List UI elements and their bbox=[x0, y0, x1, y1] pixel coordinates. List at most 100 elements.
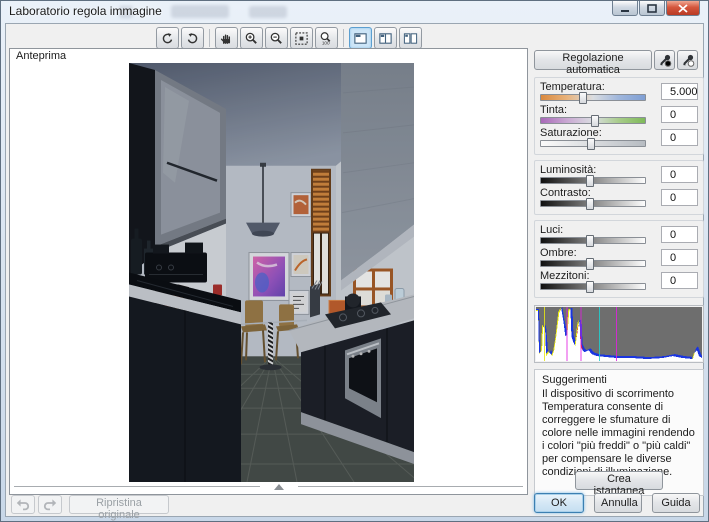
ok-button[interactable]: OK bbox=[534, 493, 584, 513]
brightness-slider[interactable] bbox=[540, 177, 646, 184]
saturation-slider[interactable] bbox=[540, 140, 646, 147]
slider-handle[interactable] bbox=[579, 92, 587, 104]
dialog-client-area: 100 Anteprim bbox=[5, 23, 704, 517]
aero-smudge bbox=[171, 5, 229, 18]
histogram-plot bbox=[536, 307, 702, 361]
toolbar: 100 bbox=[156, 26, 424, 50]
maximize-button[interactable] bbox=[639, 1, 665, 16]
slider-handle[interactable] bbox=[587, 138, 595, 150]
rotate-right-icon bbox=[185, 31, 200, 46]
slider-row-saturazione: Saturazione: bbox=[540, 127, 698, 150]
divider-line bbox=[298, 486, 523, 487]
rotate-left-icon bbox=[160, 31, 175, 46]
slider-row-contrasto: Contrasto: bbox=[540, 187, 698, 210]
tint-value-input[interactable] bbox=[661, 106, 698, 123]
dialog-window: Laboratorio regola immagine bbox=[0, 0, 709, 522]
redo-button[interactable] bbox=[38, 495, 62, 514]
cancel-button[interactable]: Annulla bbox=[594, 493, 642, 513]
undo-icon bbox=[16, 498, 30, 511]
temperature-value-input[interactable] bbox=[661, 83, 698, 100]
zoom-in-icon bbox=[244, 31, 259, 46]
adjustment-panel: Regolazione automatica bbox=[534, 48, 704, 496]
preview-collapse-handle[interactable] bbox=[14, 482, 523, 491]
rotate-left-button[interactable] bbox=[156, 27, 179, 49]
close-icon bbox=[678, 4, 688, 13]
single-pane-icon bbox=[353, 31, 368, 46]
black-point-eyedropper-button[interactable] bbox=[654, 50, 675, 70]
slider-row-tinta: Tinta: bbox=[540, 104, 698, 127]
eyedropper-dark-icon bbox=[658, 53, 672, 67]
contrast-slider[interactable] bbox=[540, 200, 646, 207]
preview-image bbox=[129, 63, 414, 482]
shadows-slider[interactable] bbox=[540, 260, 646, 267]
maximize-icon bbox=[647, 4, 657, 13]
title-bar[interactable]: Laboratorio regola immagine bbox=[1, 1, 708, 22]
highlights-slider[interactable] bbox=[540, 237, 646, 244]
hints-title: Suggerimenti bbox=[542, 374, 696, 386]
footer-left: Ripristina originale bbox=[11, 495, 169, 514]
temperature-slider[interactable] bbox=[540, 94, 646, 101]
hints-box: Suggerimenti Il dispositivo di scorrimen… bbox=[534, 369, 704, 496]
slider-row-ombre: Ombre: bbox=[540, 247, 698, 270]
slider-handle[interactable] bbox=[586, 258, 594, 270]
create-snapshot-button[interactable]: Crea istantanea bbox=[575, 471, 663, 490]
single-pane-preview-button[interactable] bbox=[349, 27, 372, 49]
slider-row-luminosita: Luminosità: bbox=[540, 164, 698, 187]
zoom-out-icon bbox=[269, 31, 284, 46]
slider-handle[interactable] bbox=[586, 198, 594, 210]
aero-smudge bbox=[249, 6, 287, 18]
split-pane-icon bbox=[378, 31, 393, 46]
slider-handle[interactable] bbox=[586, 235, 594, 247]
restore-original-button[interactable]: Ripristina originale bbox=[69, 495, 169, 514]
split-pane-preview-button[interactable] bbox=[374, 27, 397, 49]
auto-adjust-button[interactable]: Regolazione automatica bbox=[534, 50, 652, 70]
preview-label: Anteprima bbox=[10, 49, 527, 62]
hints-body: Il dispositivo di scorrimento Temperatur… bbox=[542, 388, 696, 479]
slider-handle[interactable] bbox=[586, 281, 594, 293]
toolbar-separator bbox=[209, 29, 210, 47]
window-title: Laboratorio regola immagine bbox=[9, 4, 162, 18]
preview-panel: Anteprima bbox=[9, 48, 528, 495]
zoom-to-fit-button[interactable] bbox=[290, 27, 313, 49]
redo-icon bbox=[43, 498, 57, 511]
saturation-value-input[interactable] bbox=[661, 129, 698, 146]
rotate-right-button[interactable] bbox=[181, 27, 204, 49]
eyedropper-light-icon bbox=[681, 53, 695, 67]
zoom-out-button[interactable] bbox=[265, 27, 288, 49]
slider-row-temperatura: Temperatura: bbox=[540, 81, 698, 104]
shadows-value-input[interactable] bbox=[661, 249, 698, 266]
close-button[interactable] bbox=[666, 1, 700, 16]
midtones-slider[interactable] bbox=[540, 283, 646, 290]
tone-slider-group: Luci: Ombre: Mezzitoni: bbox=[534, 220, 704, 298]
slider-row-mezzitoni: Mezzitoni: bbox=[540, 270, 698, 293]
zoom-to-fit-icon bbox=[294, 31, 309, 46]
contrast-value-input[interactable] bbox=[661, 189, 698, 206]
minimize-button[interactable] bbox=[612, 1, 638, 16]
toolbar-separator bbox=[343, 29, 344, 47]
light-slider-group: Luminosità: Contrasto: bbox=[534, 160, 704, 215]
slider-row-luci: Luci: bbox=[540, 224, 698, 247]
tint-slider[interactable] bbox=[540, 117, 646, 124]
white-point-eyedropper-button[interactable] bbox=[677, 50, 698, 70]
histogram bbox=[534, 305, 704, 363]
minimize-icon bbox=[620, 4, 630, 13]
side-by-side-preview-button[interactable] bbox=[399, 27, 422, 49]
zoom-100-button[interactable]: 100 bbox=[315, 27, 338, 49]
divider-line bbox=[14, 486, 260, 487]
help-button[interactable]: Guida bbox=[652, 493, 700, 513]
pan-hand-icon bbox=[219, 31, 234, 46]
zoom-100-icon: 100 bbox=[319, 31, 334, 46]
footer-right: OK Annulla Guida bbox=[524, 493, 700, 513]
zoom-in-button[interactable] bbox=[240, 27, 263, 49]
slider-handle[interactable] bbox=[586, 175, 594, 187]
svg-text:100: 100 bbox=[322, 40, 330, 45]
brightness-value-input[interactable] bbox=[661, 166, 698, 183]
slider-handle[interactable] bbox=[591, 115, 599, 127]
highlights-value-input[interactable] bbox=[661, 226, 698, 243]
side-by-side-icon bbox=[403, 31, 418, 46]
midtones-value-input[interactable] bbox=[661, 272, 698, 289]
pan-button[interactable] bbox=[215, 27, 238, 49]
undo-button[interactable] bbox=[11, 495, 35, 514]
collapse-up-arrow-icon bbox=[274, 484, 284, 490]
color-slider-group: Temperatura: Tinta: Saturazione: bbox=[534, 77, 704, 155]
